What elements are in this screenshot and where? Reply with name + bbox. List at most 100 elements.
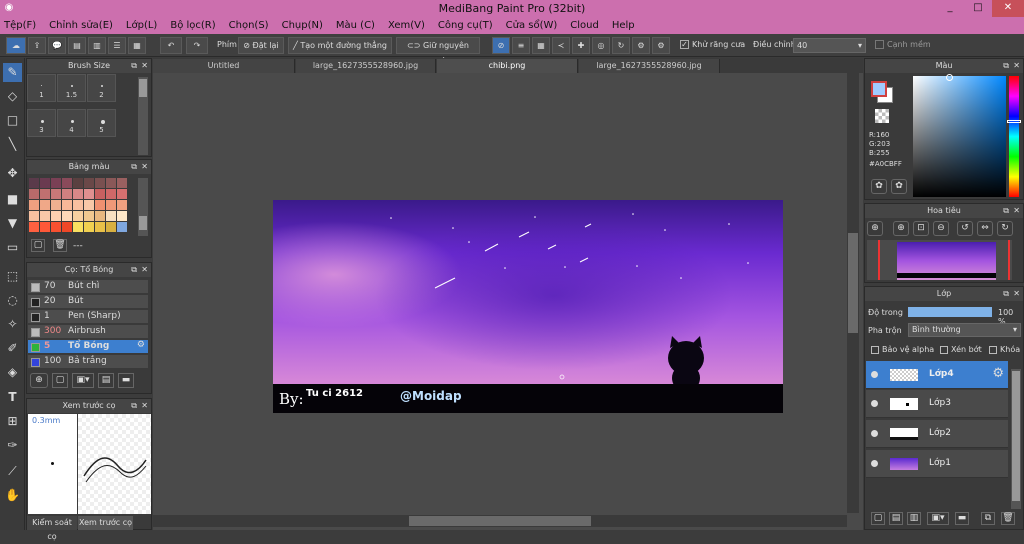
- maximize-button[interactable]: □: [964, 0, 992, 17]
- canvas-vscroll[interactable]: [847, 73, 859, 513]
- select-tool-icon[interactable]: ⬚: [3, 267, 22, 286]
- size-cell[interactable]: 3: [27, 109, 56, 137]
- gear-snap-icon[interactable]: ⚙: [632, 37, 650, 54]
- color-swatch[interactable]: [29, 222, 39, 232]
- color-swatch[interactable]: [84, 211, 94, 221]
- new-brush-icon[interactable]: ▢: [52, 373, 68, 388]
- color-swatch[interactable]: [106, 189, 116, 199]
- layer-row-active[interactable]: Lớp4 ⚙: [866, 361, 1008, 389]
- scrollbar[interactable]: [1011, 369, 1021, 509]
- new-page-icon[interactable]: ▢: [31, 239, 45, 252]
- popout-icon[interactable]: ⧉: [131, 59, 137, 73]
- color-swatch[interactable]: [29, 178, 39, 188]
- color-picker-handle[interactable]: [946, 74, 953, 81]
- zoom-out-icon[interactable]: ⊖: [933, 221, 949, 236]
- color-swatch[interactable]: [84, 178, 94, 188]
- visibility-icon[interactable]: [871, 371, 878, 378]
- color-swatch[interactable]: [29, 211, 39, 221]
- color-swatch[interactable]: [62, 178, 72, 188]
- tab-untitled[interactable]: Untitled: [153, 59, 295, 73]
- color-swatch[interactable]: [106, 178, 116, 188]
- close-icon[interactable]: ✕: [1013, 204, 1020, 218]
- size-cell[interactable]: 1: [27, 74, 56, 102]
- share-icon[interactable]: ⇪: [28, 37, 46, 54]
- cross-snap-icon[interactable]: ✚: [572, 37, 590, 54]
- color-swatch[interactable]: [73, 222, 83, 232]
- curve-snap-icon[interactable]: ↻: [612, 37, 630, 54]
- visibility-icon[interactable]: [871, 430, 878, 437]
- soft-edge-checkbox[interactable]: [875, 40, 884, 49]
- color-swatch[interactable]: [29, 189, 39, 199]
- artwork-canvas[interactable]: By: Tu ci 2612 @Moidap: [273, 200, 783, 413]
- brush-row[interactable]: 100 Bả trắng: [28, 355, 148, 369]
- color-swatch[interactable]: [51, 178, 61, 188]
- color-swatch[interactable]: [117, 189, 127, 199]
- canvas-hscroll[interactable]: [153, 515, 847, 527]
- color-swatch[interactable]: [51, 222, 61, 232]
- lasso-tool-icon[interactable]: ◌: [3, 291, 22, 310]
- scrollbar-thumb[interactable]: [1012, 371, 1020, 501]
- tab-large-image-2[interactable]: large_1627355528960.jpg: [579, 59, 720, 73]
- layer-row[interactable]: Lớp3: [866, 390, 1008, 418]
- close-icon[interactable]: ✕: [141, 263, 148, 277]
- layer-row[interactable]: Lớp1: [866, 450, 1008, 478]
- layer-menu-icon[interactable]: ▣▾: [927, 512, 949, 525]
- adjust-select[interactable]: 40 ▾: [793, 38, 866, 53]
- menu-color[interactable]: Màu (C): [336, 20, 375, 31]
- color-swatch[interactable]: [51, 189, 61, 199]
- brush-menu-icon[interactable]: ▣▾: [72, 373, 94, 388]
- minimize-button[interactable]: _: [936, 0, 964, 17]
- keep-edge-button[interactable]: ⊂⊃ Giữ nguyên cạnh: [396, 37, 480, 65]
- redo-icon[interactable]: ↷: [186, 37, 208, 54]
- menu-layer[interactable]: Lớp(L): [126, 20, 157, 31]
- visibility-icon[interactable]: [871, 400, 878, 407]
- fill-rect-tool-icon[interactable]: ■: [3, 190, 22, 209]
- hand-tool-icon[interactable]: ✋: [3, 486, 22, 505]
- color-swatch[interactable]: [51, 211, 61, 221]
- close-icon[interactable]: ✕: [1013, 287, 1020, 301]
- rotate-icon[interactable]: ↺: [957, 221, 973, 236]
- color-swatch[interactable]: [117, 178, 127, 188]
- add-brush-icon[interactable]: ⊕: [30, 373, 48, 388]
- divide-tool-icon[interactable]: ⊞: [3, 412, 22, 431]
- new-layer-icon[interactable]: ▢: [871, 512, 885, 525]
- color-swatch[interactable]: [95, 189, 105, 199]
- brush-row[interactable]: 20 Bút: [28, 295, 148, 309]
- color-swatch[interactable]: [106, 200, 116, 210]
- trash-icon[interactable]: 🗑: [53, 239, 67, 252]
- grid-snap-icon[interactable]: ▦: [532, 37, 550, 54]
- circle-snap-icon[interactable]: ◎: [592, 37, 610, 54]
- zoom-in-icon[interactable]: ⊕: [867, 221, 883, 236]
- color-field[interactable]: [913, 74, 1006, 197]
- layer-row[interactable]: Lớp2: [866, 420, 1008, 448]
- grid-icon[interactable]: ▦: [128, 37, 146, 54]
- popout-icon[interactable]: ⧉: [131, 263, 137, 277]
- color-swatch[interactable]: [84, 189, 94, 199]
- antialias-checkbox[interactable]: ✓: [680, 40, 689, 49]
- color-swatch[interactable]: [62, 222, 72, 232]
- scrollbar[interactable]: [138, 77, 148, 155]
- tab-brush-preview[interactable]: Xem trước cọ: [78, 516, 133, 530]
- message-icon[interactable]: ▤: [68, 37, 86, 54]
- gear-icon[interactable]: ⚙: [137, 340, 145, 350]
- blend-select[interactable]: Bình thường ▾: [908, 323, 1021, 337]
- protect-alpha-checkbox[interactable]: [871, 346, 879, 354]
- radial-snap-icon[interactable]: ≺: [552, 37, 570, 54]
- scrollbar-thumb[interactable]: [139, 79, 147, 97]
- hue-handle[interactable]: [1007, 120, 1021, 123]
- brush-settings-icon[interactable]: ▤: [98, 373, 114, 388]
- scrollbar-thumb[interactable]: [409, 516, 591, 526]
- no-snap-icon[interactable]: ⊘: [492, 37, 510, 54]
- color-swatch[interactable]: [73, 200, 83, 210]
- opacity-slider[interactable]: [908, 307, 992, 317]
- reset-view-icon[interactable]: ↻: [997, 221, 1013, 236]
- color-swatch[interactable]: [95, 178, 105, 188]
- undo-icon[interactable]: ↶: [160, 37, 182, 54]
- color-swatch[interactable]: [62, 211, 72, 221]
- select-pen-icon[interactable]: ✐: [3, 339, 22, 358]
- popout-icon[interactable]: ⧉: [131, 160, 137, 174]
- folder-icon[interactable]: ▬: [118, 373, 134, 388]
- dropper-icon[interactable]: ⟋: [3, 462, 22, 481]
- navigator-preview[interactable]: [867, 240, 1012, 280]
- color-swatch[interactable]: [40, 178, 50, 188]
